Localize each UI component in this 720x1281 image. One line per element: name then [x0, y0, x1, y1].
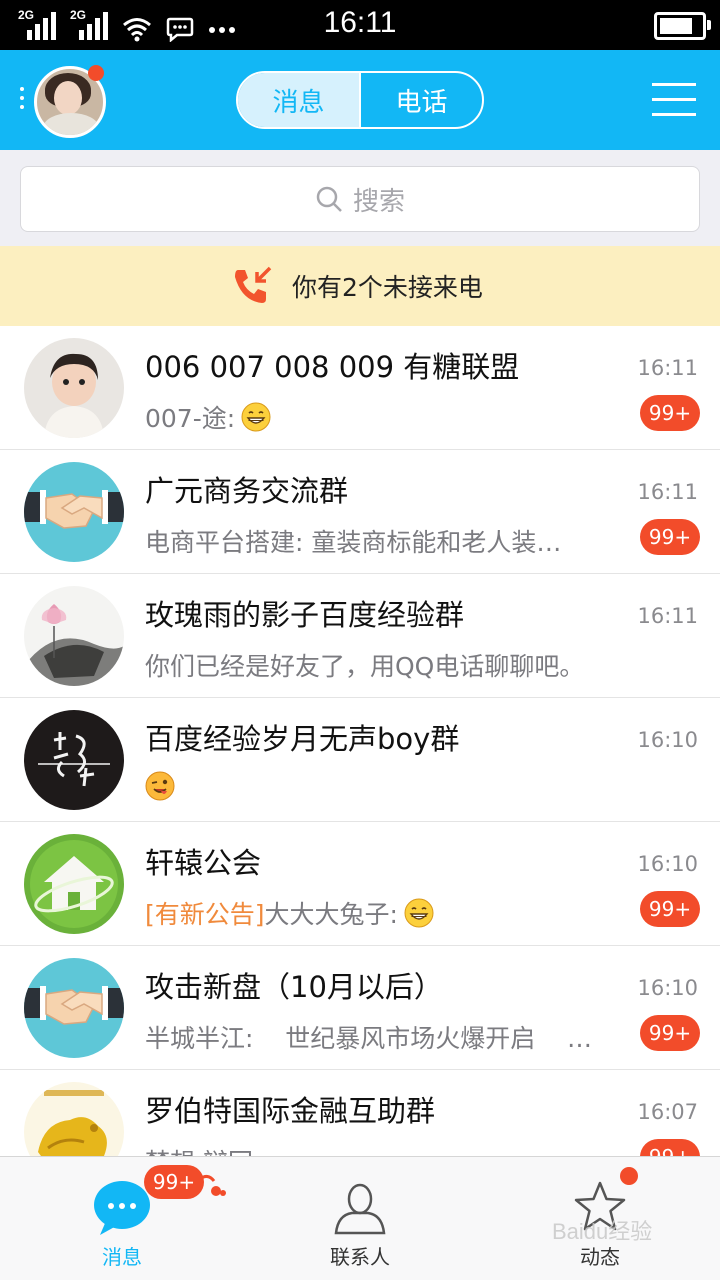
- missed-call-icon: [235, 266, 272, 303]
- unread-badge: 99+: [640, 519, 700, 555]
- wink-emoji-icon: [145, 771, 175, 801]
- list-item[interactable]: 广元商务交流群 电商平台搭建: 童装商标能和老人装… 16:11 99+: [0, 450, 720, 574]
- list-item[interactable]: 玫瑰雨的影子百度经验群 你们已经是好友了，用QQ电话聊聊吧。 16:11: [0, 574, 720, 698]
- clock: 16:11: [323, 6, 397, 39]
- conversation-preview: [145, 771, 175, 801]
- battery-icon: [654, 12, 711, 40]
- conversation-time: 16:10: [637, 976, 698, 1000]
- list-item[interactable]: 攻击新盘（10月以后） 半城半江: 世纪暴风市场火爆开启 … 16:10 99+: [0, 946, 720, 1070]
- group-avatar: [24, 586, 124, 686]
- message-bubble-icon: [94, 1181, 150, 1235]
- conversation-preview: 电商平台搭建: 童装商标能和老人装…: [145, 528, 562, 557]
- group-avatar: [24, 958, 124, 1058]
- status-bar: 2G 2G 16:11: [0, 0, 720, 50]
- conversation-time: 16:11: [637, 480, 698, 504]
- contacts-icon: [334, 1183, 386, 1235]
- conversation-name: 006 007 008 009 有糖联盟: [145, 350, 520, 384]
- conversation-preview: 007-途:: [145, 399, 271, 435]
- list-item[interactable]: 罗伯特国际金融互助群 梦想 辩回 16:07 99+: [0, 1070, 720, 1156]
- tab-label: 消息: [102, 1245, 142, 1269]
- menu-icon[interactable]: [652, 83, 696, 117]
- group-avatar: [24, 710, 124, 810]
- avatar-notification-dot: [88, 65, 104, 81]
- missed-call-text: 你有2个未接来电: [292, 273, 483, 302]
- conversation-preview: 半城半江: 世纪暴风市场火爆开启 …: [145, 1024, 592, 1053]
- search-area: 搜索: [0, 150, 720, 246]
- conversation-name: 罗伯特国际金融互助群: [145, 1094, 436, 1128]
- conversation-time: 16:07: [637, 1100, 698, 1124]
- conversation-name: 广元商务交流群: [145, 474, 349, 508]
- conversation-preview: 梦想 辩回: [145, 1143, 253, 1156]
- message-call-switch: 消息 电话: [236, 71, 484, 129]
- drawer-dots-icon[interactable]: [20, 87, 24, 114]
- unread-badge: 99+: [640, 1015, 700, 1051]
- conversation-time: 16:10: [637, 728, 698, 752]
- tab-calls[interactable]: 电话: [359, 73, 482, 127]
- badge-drag-icon: [199, 1174, 226, 1196]
- conversation-name: 攻击新盘（10月以后）: [145, 970, 443, 1004]
- group-avatar: [24, 462, 124, 562]
- search-placeholder: 搜索: [352, 186, 405, 217]
- group-avatar: [24, 338, 124, 438]
- grin-emoji-icon: [404, 898, 434, 928]
- list-item[interactable]: 006 007 008 009 有糖联盟 007-途: 16:11 99+: [0, 326, 720, 450]
- group-avatar: [24, 834, 124, 934]
- watermark: Baidu经验: [552, 1219, 653, 1244]
- tab-messages-bottom[interactable]: 99+ 消息: [22, 1157, 226, 1281]
- unread-badge: 99+: [640, 891, 700, 927]
- search-icon: [316, 186, 342, 212]
- tab-label: 联系人: [330, 1245, 390, 1269]
- conversation-name: 玫瑰雨的影子百度经验群: [145, 598, 465, 632]
- conversation-name: 百度经验岁月无声boy群: [145, 722, 460, 756]
- group-avatar: [24, 1082, 124, 1156]
- list-item[interactable]: 轩辕公会 [有新公告] 大大大兔子: 16:10 99+: [0, 822, 720, 946]
- grin-emoji-icon: [241, 402, 271, 432]
- conversation-time: 16:11: [637, 356, 698, 380]
- tab-messages[interactable]: 消息: [238, 73, 359, 127]
- notice-tag: [有新公告]: [145, 900, 265, 929]
- title-bar: 消息 电话: [0, 50, 720, 150]
- moments-notification-dot: [620, 1167, 638, 1185]
- conversation-name: 轩辕公会: [145, 846, 262, 880]
- list-item[interactable]: 百度经验岁月无声boy群 16:10: [0, 698, 720, 822]
- missed-call-banner[interactable]: 你有2个未接来电: [0, 246, 720, 326]
- conversation-time: 16:11: [637, 604, 698, 628]
- conversation-time: 16:10: [637, 852, 698, 876]
- tab-contacts[interactable]: 联系人: [260, 1157, 460, 1281]
- search-input[interactable]: 搜索: [20, 166, 700, 232]
- conversation-list: 006 007 008 009 有糖联盟 007-途: 16:11 99+ 广元…: [0, 326, 720, 1156]
- unread-badge: 99+: [640, 395, 700, 431]
- unread-badge: 99+: [640, 1139, 700, 1156]
- conversation-preview: 你们已经是好友了，用QQ电话聊聊吧。: [145, 652, 585, 681]
- tab-unread-badge: 99+: [144, 1165, 204, 1199]
- conversation-preview: [有新公告] 大大大兔子:: [145, 895, 434, 931]
